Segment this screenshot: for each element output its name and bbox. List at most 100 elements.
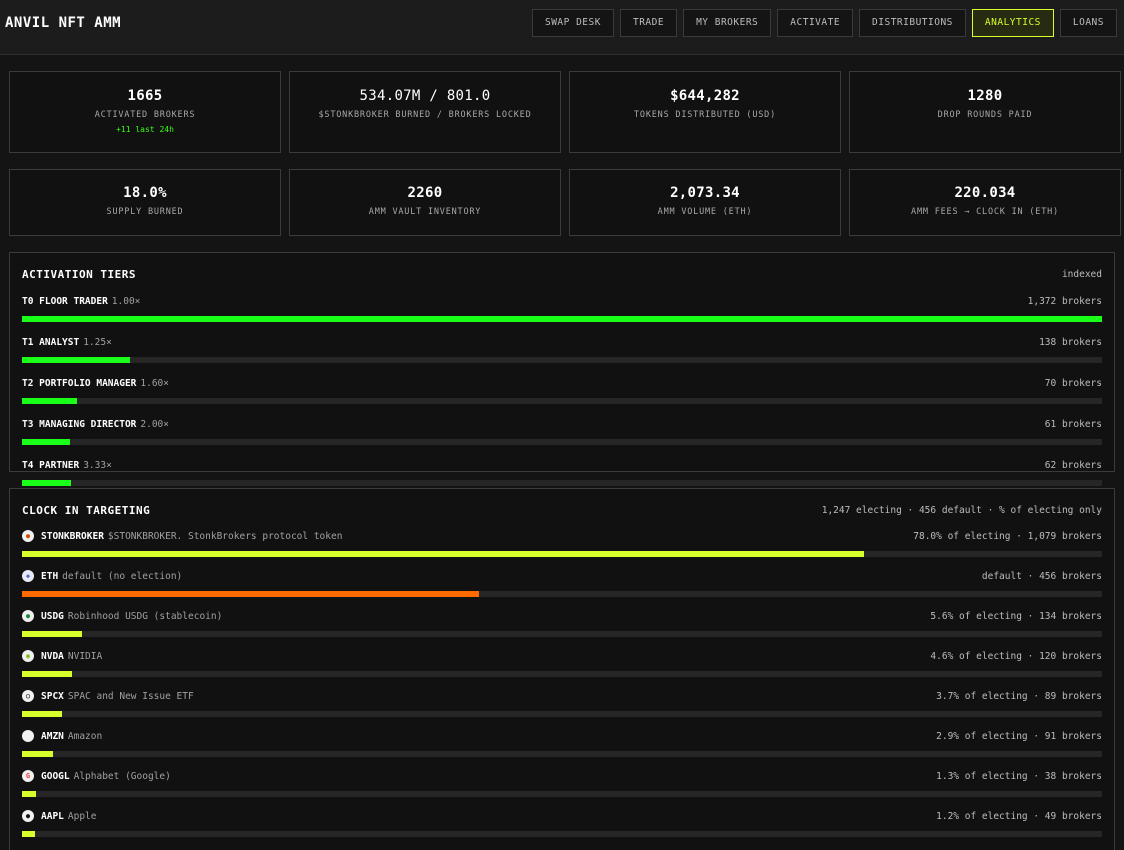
stat-card-tokens-distributed: $644,282 TOKENS DISTRIBUTED (USD) bbox=[569, 71, 841, 153]
tier-multiplier: 1.00× bbox=[111, 295, 141, 307]
usdg-coin-icon: ● bbox=[22, 610, 34, 622]
stat-label: AMM VOLUME (ETH) bbox=[657, 207, 753, 217]
stat-card-vault-inventory: 2260 AMM VAULT INVENTORY bbox=[289, 169, 561, 236]
target-description: $STONKBROKER. StonkBrokers protocol toke… bbox=[107, 530, 343, 542]
stat-card-supply-burned: 18.0% SUPPLY BURNED bbox=[9, 169, 281, 236]
tier-row: T1 ANALYST 1.25× 138 brokers bbox=[22, 336, 1102, 363]
target-name: ● AAPL Apple bbox=[22, 810, 97, 822]
nav-swap-desk[interactable]: SWAP DESK bbox=[531, 8, 614, 37]
target-description: Robinhood USDG (stablecoin) bbox=[67, 610, 223, 622]
tier-label: T1 ANALYST bbox=[22, 336, 80, 348]
nav-activate[interactable]: ACTIVATE bbox=[777, 8, 854, 37]
tier-bar-fill bbox=[22, 439, 70, 445]
stat-card-amm-volume: 2,073.34 AMM VOLUME (ETH) bbox=[569, 169, 841, 236]
tier-row: T0 FLOOR TRADER 1.00× 1,372 brokers bbox=[22, 295, 1102, 322]
target-bar-fill bbox=[22, 831, 35, 837]
target-name: ◆ ETH default (no election) bbox=[22, 570, 182, 582]
target-bar-track bbox=[22, 591, 1102, 597]
target-stat: 2.9% of electing · 91 brokers bbox=[936, 730, 1102, 742]
stat-card-amm-fees: 220.034 AMM FEES → CLOCK IN (ETH) bbox=[849, 169, 1121, 236]
panel-status: indexed bbox=[1061, 268, 1102, 280]
target-bar-track bbox=[22, 751, 1102, 757]
tier-bar-track bbox=[22, 439, 1102, 445]
target-bar-track bbox=[22, 791, 1102, 797]
target-bar-fill bbox=[22, 551, 865, 557]
panel-title: CLOCK IN TARGETING bbox=[22, 503, 151, 517]
target-bar-fill bbox=[22, 631, 83, 637]
stat-label: DROP ROUNDS PAID bbox=[937, 110, 1033, 120]
tier-bar-track bbox=[22, 480, 1102, 486]
nav-my-brokers[interactable]: MY BROKERS bbox=[683, 8, 772, 37]
target-bar-track bbox=[22, 551, 1102, 557]
target-stat: 1.3% of electing · 38 brokers bbox=[936, 770, 1102, 782]
target-row: ● USDG Robinhood USDG (stablecoin) 5.6% of … bbox=[22, 610, 1102, 637]
tier-row: T2 PORTFOLIO MANAGER 1.60× 70 brokers bbox=[22, 377, 1102, 404]
target-row: ◆ ETH default (no election) default · 456 b… bbox=[22, 570, 1102, 597]
target-description: default (no election) bbox=[62, 570, 183, 582]
target-row: ○ SPCX SPAC and New Issue ETF 3.7% of elect… bbox=[22, 690, 1102, 717]
target-stat: 3.7% of electing · 89 brokers bbox=[936, 690, 1102, 702]
target-row: G GOOGL Alphabet (Google) 1.3% of electing … bbox=[22, 770, 1102, 797]
clock-in-targeting-panel: CLOCK IN TARGETING 1,247 electing · 456 … bbox=[9, 488, 1115, 850]
tier-bar-track bbox=[22, 357, 1102, 363]
tier-name: T2 PORTFOLIO MANAGER 1.60× bbox=[22, 378, 169, 389]
stonkbroker-coin-icon: ● bbox=[22, 530, 34, 542]
target-stat: 78.0% of electing · 1,079 brokers bbox=[913, 530, 1102, 542]
target-bar-track bbox=[22, 711, 1102, 717]
nav-trade[interactable]: TRADE bbox=[619, 8, 678, 37]
target-description: Amazon bbox=[67, 730, 103, 742]
tier-name: T0 FLOOR TRADER 1.00× bbox=[22, 296, 140, 307]
target-ticker: USDG bbox=[41, 610, 64, 622]
app-title: ANVIL NFT AMM bbox=[5, 14, 122, 31]
tier-multiplier: 1.25× bbox=[83, 336, 112, 348]
top-bar: ANVIL NFT AMM SWAP DESK TRADE MY BROKERS… bbox=[0, 0, 1124, 55]
target-description: Apple bbox=[67, 810, 97, 822]
target-bar-fill bbox=[22, 711, 62, 717]
target-row: ● STONKBROKER $STONKBROKER. StonkBrokers p… bbox=[22, 530, 1102, 557]
tier-bar-track bbox=[22, 316, 1102, 322]
stat-delta: +11 last 24h bbox=[116, 125, 174, 134]
panel-summary: 1,247 electing · 456 default · % of elec… bbox=[821, 504, 1102, 516]
nvda-coin-icon: ◉ bbox=[22, 650, 34, 662]
googl-coin-icon: G bbox=[22, 770, 34, 782]
target-list: ● STONKBROKER $STONKBROKER. StonkBrokers p… bbox=[22, 530, 1102, 850]
spcx-coin-icon: ○ bbox=[22, 690, 34, 702]
tier-multiplier: 3.33× bbox=[83, 459, 112, 471]
activation-tiers-panel: ACTIVATION TIERS indexed T0 FLOOR TRADER… bbox=[9, 252, 1115, 486]
tier-count: 61 brokers bbox=[1044, 418, 1102, 430]
tier-label: T0 FLOOR TRADER bbox=[22, 295, 108, 307]
target-ticker: ETH bbox=[41, 570, 59, 582]
stat-value: 1665 bbox=[127, 88, 163, 104]
target-ticker: NVDA bbox=[41, 650, 64, 662]
stat-label: $STONKBROKER BURNED / BROKERS LOCKED bbox=[318, 110, 532, 120]
tier-row: T4 PARTNER 3.33× 62 brokers bbox=[22, 459, 1102, 486]
target-bar-fill bbox=[22, 791, 37, 797]
stat-label: AMM VAULT INVENTORY bbox=[368, 207, 482, 217]
nav-distributions[interactable]: DISTRIBUTIONS bbox=[859, 8, 966, 37]
tier-count: 70 brokers bbox=[1044, 377, 1102, 389]
target-name: ● STONKBROKER $STONKBROKER. StonkBrokers p… bbox=[22, 530, 342, 542]
tier-bar-track bbox=[22, 398, 1102, 404]
tier-name: T3 MANAGING DIRECTOR 2.00× bbox=[22, 419, 169, 430]
stat-card-burned-locked: 534.07M / 801.0 $STONKBROKER BURNED / BR… bbox=[289, 71, 561, 153]
tier-count: 138 brokers bbox=[1039, 336, 1102, 348]
stat-card-activated-brokers: 1665 ACTIVATED BROKERS +11 last 24h bbox=[9, 71, 281, 153]
target-bar-track bbox=[22, 671, 1102, 677]
eth-coin-icon: ◆ bbox=[22, 570, 34, 582]
target-description: NVIDIA bbox=[67, 650, 103, 662]
stat-value: 18.0% bbox=[123, 185, 167, 201]
nav-loans[interactable]: LOANS bbox=[1059, 8, 1117, 37]
stat-value: 1280 bbox=[967, 88, 1003, 104]
aapl-coin-icon: ● bbox=[22, 810, 34, 822]
tier-count: 62 brokers bbox=[1044, 459, 1102, 471]
tier-multiplier: 1.60× bbox=[140, 377, 169, 389]
main-nav: SWAP DESK TRADE MY BROKERS ACTIVATE DIST… bbox=[531, 8, 1117, 37]
nav-analytics[interactable]: ANALYTICS bbox=[971, 8, 1054, 37]
target-row: ● AAPL Apple 1.2% of electing · 49 brokers bbox=[22, 810, 1102, 837]
target-name: ● USDG Robinhood USDG (stablecoin) bbox=[22, 610, 222, 622]
target-description: Alphabet (Google) bbox=[73, 770, 171, 782]
target-description: SPAC and New Issue ETF bbox=[67, 690, 194, 702]
target-ticker: STONKBROKER bbox=[41, 530, 104, 542]
stat-value: 2,073.34 bbox=[670, 185, 740, 201]
tier-row: T3 MANAGING DIRECTOR 2.00× 61 brokers bbox=[22, 418, 1102, 445]
